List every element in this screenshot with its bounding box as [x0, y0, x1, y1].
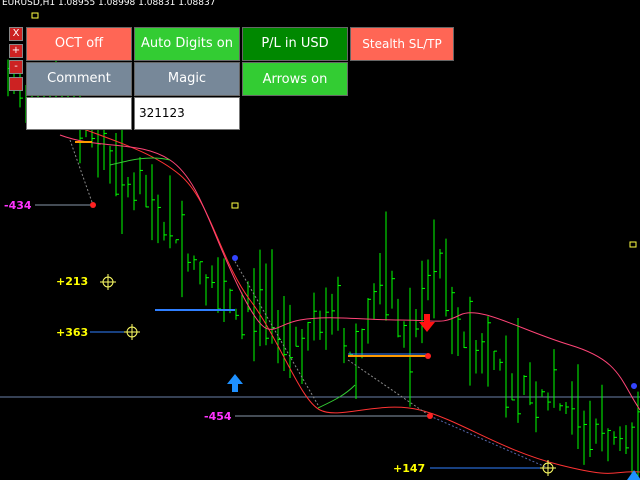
- moving-average-red: [59, 119, 640, 474]
- close-button[interactable]: X: [9, 27, 23, 41]
- entry-marker-blue-2: [631, 383, 637, 389]
- auto-digits-button[interactable]: Auto Digits on: [134, 27, 240, 61]
- profit-label: -434: [4, 199, 32, 212]
- pl-currency-button[interactable]: P/L in USD: [242, 27, 348, 61]
- dotted-trade-path-1: [232, 257, 319, 406]
- entry-marker-red-2: [427, 413, 433, 419]
- symbol-title: EURUSD,H1 1.08955 1.08998 1.08831 1.0883…: [2, 0, 216, 8]
- entry-marker-blue-1: [232, 255, 238, 261]
- moving-average-pink: [59, 134, 640, 411]
- comment-field[interactable]: [26, 97, 132, 130]
- color-square-button[interactable]: [9, 77, 23, 91]
- magic-button[interactable]: Magic: [134, 62, 240, 96]
- entry-marker-red-1: [90, 202, 96, 208]
- buy-arrow-icon: [227, 374, 243, 392]
- profit-label: +363: [56, 326, 89, 339]
- dotted-trade-path-3: [429, 415, 549, 469]
- stealth-sltp-button[interactable]: Stealth SL/TP: [350, 27, 454, 61]
- oct-toggle-button[interactable]: OCT off: [26, 27, 132, 61]
- dotted-trade-path-4: [69, 139, 94, 206]
- profit-label: +213: [56, 275, 89, 288]
- sell-arrow-icon: [419, 314, 435, 332]
- magic-number-field[interactable]: 321123: [134, 97, 240, 130]
- crosshair-marker-1: [100, 274, 116, 290]
- profit-label: +147: [393, 462, 426, 475]
- crosshair-marker-2: [124, 324, 140, 340]
- comment-button[interactable]: Comment: [26, 62, 132, 96]
- crosshair-marker-3: [540, 460, 556, 476]
- entry-marker-red-3: [425, 353, 431, 359]
- plus-button[interactable]: +: [9, 44, 23, 58]
- minus-button[interactable]: -: [9, 60, 23, 74]
- profit-label: -454: [204, 410, 232, 423]
- arrows-toggle-button[interactable]: Arrows on: [242, 62, 348, 96]
